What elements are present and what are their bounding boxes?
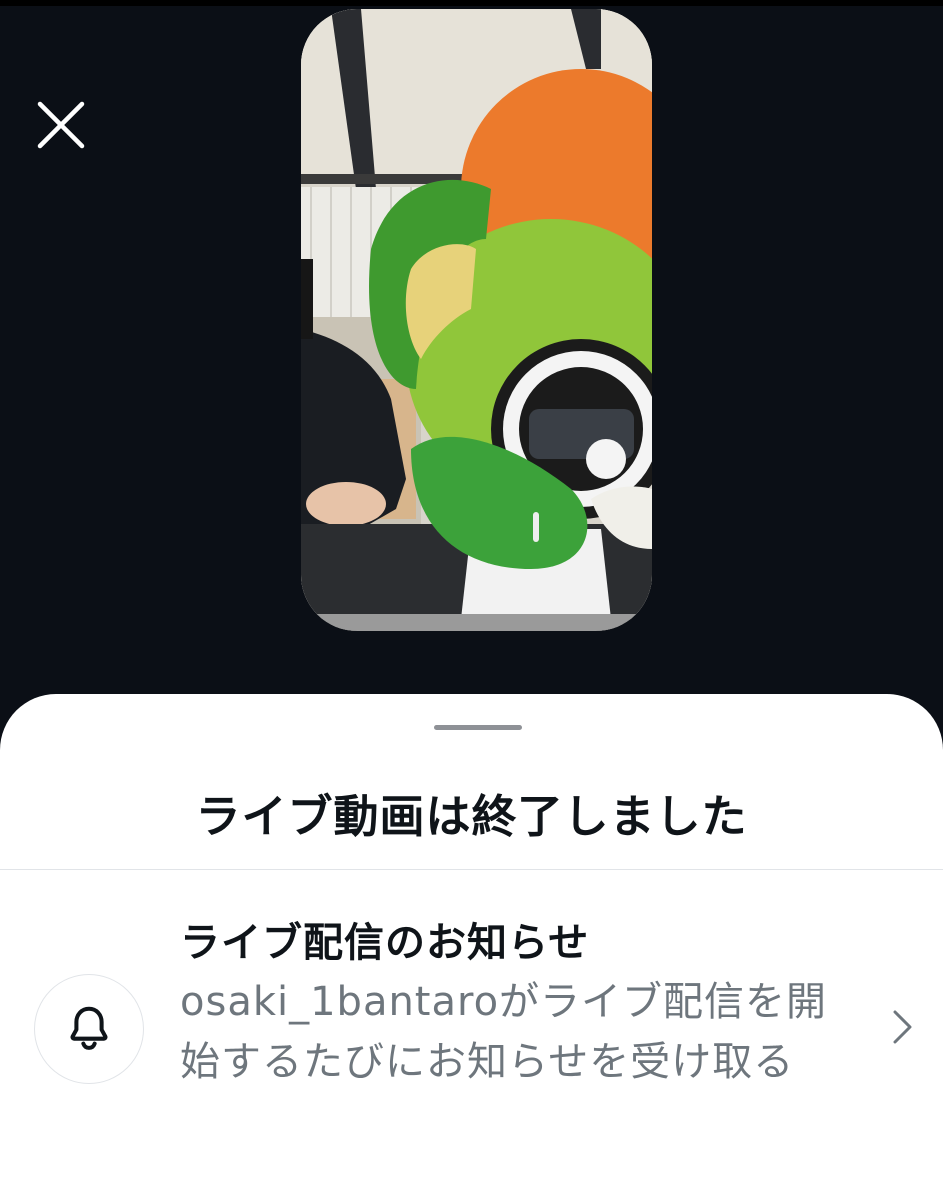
status-bar [0, 0, 943, 6]
sheet-grabber[interactable] [434, 725, 522, 730]
live-notification-row[interactable]: ライブ配信のお知らせ osaki_1bantaroがライブ配信を開始するたびにお… [0, 870, 943, 1200]
close-button[interactable] [28, 92, 94, 158]
bottom-sheet: ライブ動画は終了しました ライブ配信のお知らせ osaki_1bantaroがラ… [0, 694, 943, 1200]
close-icon [37, 101, 85, 149]
bell-icon [70, 1006, 108, 1050]
video-thumbnail [301, 9, 652, 631]
bell-icon-container [34, 974, 144, 1084]
live-ended-screen: ライブ動画は終了しました ライブ配信のお知らせ osaki_1bantaroがラ… [0, 0, 943, 1200]
notification-description: osaki_1bantaroがライブ配信を開始するたびにお知らせを受け取る [180, 979, 828, 1085]
notification-title: ライブ配信のお知らせ [180, 920, 590, 966]
chevron-right-icon [880, 1004, 926, 1050]
sheet-title: ライブ動画は終了しました [195, 790, 748, 843]
